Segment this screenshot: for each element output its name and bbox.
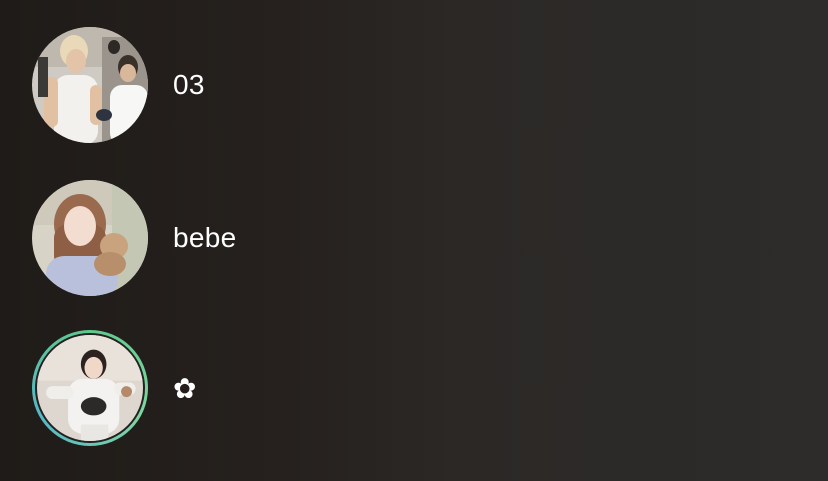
contact-row-bebe[interactable]: bebe <box>0 168 828 308</box>
person-photo-icon <box>32 180 148 296</box>
contact-avatar[interactable] <box>37 335 143 441</box>
story-ring <box>32 330 148 446</box>
contact-name: bebe <box>173 222 237 253</box>
contact-list: 03 bebe ✿ <box>0 0 828 481</box>
contact-avatar[interactable] <box>32 27 148 143</box>
person-photo-icon <box>37 335 143 441</box>
contact-name: ✿ <box>173 372 197 404</box>
contact-row-03[interactable]: 03 <box>0 15 828 155</box>
contact-name: 03 <box>173 69 205 100</box>
person-photo-icon <box>32 27 148 143</box>
contact-avatar[interactable] <box>32 180 148 296</box>
contact-row-flower[interactable]: ✿ <box>0 318 828 458</box>
